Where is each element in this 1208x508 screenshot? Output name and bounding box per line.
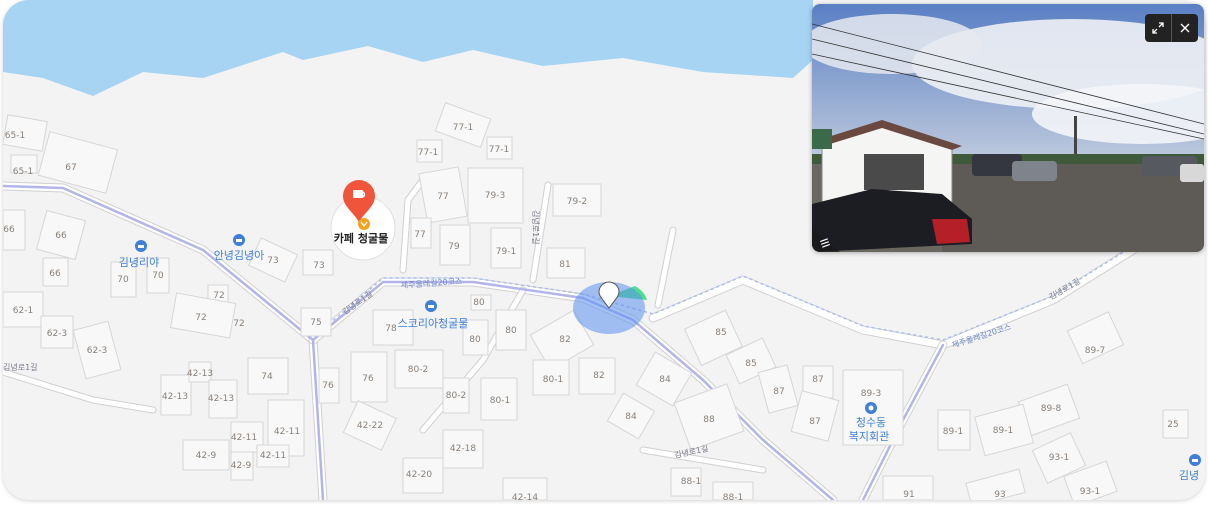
building-number: 72 xyxy=(213,291,224,301)
building-number: 89-7 xyxy=(1085,346,1105,356)
building-number: 80-2 xyxy=(408,365,428,375)
poi-label: 스코리아청굴물 xyxy=(398,317,469,330)
street-view-controls xyxy=(1145,14,1198,42)
building-number: 42-13 xyxy=(208,394,234,404)
building-number: 79 xyxy=(448,242,460,252)
building-number: 42-9 xyxy=(231,461,252,471)
poi-kimnyeong-right[interactable]: 김녕 xyxy=(1179,454,1201,482)
poi-label: 청수동 xyxy=(856,416,886,429)
building-number: 79-1 xyxy=(496,247,516,257)
building-number: 80 xyxy=(473,298,485,308)
building-number: 72 xyxy=(195,313,206,323)
building-number: 62-3 xyxy=(87,346,107,356)
road-label: 김녕로1길 xyxy=(3,362,38,372)
building-number: 42-11 xyxy=(274,427,300,437)
building-number: 74 xyxy=(261,372,273,382)
expand-button[interactable] xyxy=(1145,14,1171,42)
building-number: 62-3 xyxy=(47,329,67,339)
close-button[interactable] xyxy=(1172,14,1198,42)
building-number: 75 xyxy=(310,318,321,328)
building-number: 66 xyxy=(49,269,61,279)
building-number: 73 xyxy=(267,256,278,266)
building-number: 72 xyxy=(233,319,244,329)
building-number: 89-8 xyxy=(1041,404,1062,414)
building-number: 89-1 xyxy=(943,427,963,437)
building-number: 87 xyxy=(812,375,823,385)
building-number: 93-1 xyxy=(1080,487,1100,497)
building-number: 80 xyxy=(469,335,481,345)
building-number: 87 xyxy=(773,387,784,397)
building-number: 62-1 xyxy=(13,306,33,316)
building-number: 77-1 xyxy=(418,148,438,158)
building-number: 77 xyxy=(414,230,425,240)
building-number: 84 xyxy=(625,412,637,422)
road-label: 김녕로1길 xyxy=(531,210,541,245)
building-number: 70 xyxy=(152,271,164,281)
building-number: 42-20 xyxy=(406,470,432,480)
building-number: 80-1 xyxy=(490,396,510,406)
cafe-label[interactable]: 카페 청굴물 xyxy=(334,231,388,245)
building-number: 82 xyxy=(559,335,570,345)
poi-label: 김녕 xyxy=(1179,469,1199,482)
building-number: 88 xyxy=(703,415,715,425)
building-number: 79-2 xyxy=(567,197,587,207)
building-number: 84 xyxy=(659,375,671,385)
building-number: 85 xyxy=(745,359,756,369)
building-number: 88-1 xyxy=(723,493,743,500)
expand-icon xyxy=(1152,22,1164,34)
building-number: 91 xyxy=(903,490,914,500)
close-icon xyxy=(1180,23,1190,33)
building-number: 77-1 xyxy=(453,123,473,133)
building-number: 42-13 xyxy=(162,392,188,402)
building-number: 42-22 xyxy=(357,421,383,431)
building-number: 80-2 xyxy=(446,391,466,401)
building-number: 80-1 xyxy=(543,375,563,385)
building-number: 42-9 xyxy=(196,451,217,461)
building-number: 65-1 xyxy=(5,131,25,141)
building-number: 65-1 xyxy=(13,167,33,177)
building-number: 42-11 xyxy=(231,433,257,443)
poi-label: 안녕김녕아 xyxy=(214,249,265,262)
building-number: 42-13 xyxy=(187,369,213,379)
building-number: 66 xyxy=(55,231,67,241)
building-number: 85 xyxy=(715,328,726,338)
building-number: 82 xyxy=(593,371,604,381)
building-number: 42-14 xyxy=(512,493,538,500)
building-number: 42-11 xyxy=(260,451,286,461)
street-view-panel[interactable] xyxy=(812,4,1204,252)
building-number: 80 xyxy=(505,326,517,336)
building-number: 70 xyxy=(117,275,129,285)
menu-icon[interactable] xyxy=(818,234,832,248)
building-number: 88-1 xyxy=(681,477,701,487)
sea-area xyxy=(3,0,813,96)
building-number: 67 xyxy=(65,163,76,173)
building-number: 76 xyxy=(362,374,374,384)
building-number: 42-18 xyxy=(450,444,476,454)
poi-kimnyeongriya[interactable]: 김녕리야 xyxy=(119,240,159,269)
building-number: 73 xyxy=(313,261,324,271)
building-number: 89-1 xyxy=(993,426,1013,436)
building-number: 93-1 xyxy=(1049,453,1069,463)
building-number: 89-3 xyxy=(861,389,881,399)
building-number: 93 xyxy=(994,490,1005,500)
building-number: 79-3 xyxy=(485,191,505,201)
building-number: 77-1 xyxy=(489,145,509,155)
building-number: 81 xyxy=(559,260,570,270)
building-number: 77 xyxy=(437,192,448,202)
building-number: 78 xyxy=(385,324,397,334)
building-number: 76 xyxy=(322,381,334,391)
building-number: 87 xyxy=(809,417,820,427)
street-view-image[interactable] xyxy=(812,4,1204,252)
building-number: 25 xyxy=(1167,420,1178,430)
building-number: 66 xyxy=(3,225,15,235)
poi-label: 김녕리야 xyxy=(119,256,159,269)
road-label: 김녕로1길 xyxy=(340,289,374,317)
poi-label: 복지회관 xyxy=(849,430,889,443)
